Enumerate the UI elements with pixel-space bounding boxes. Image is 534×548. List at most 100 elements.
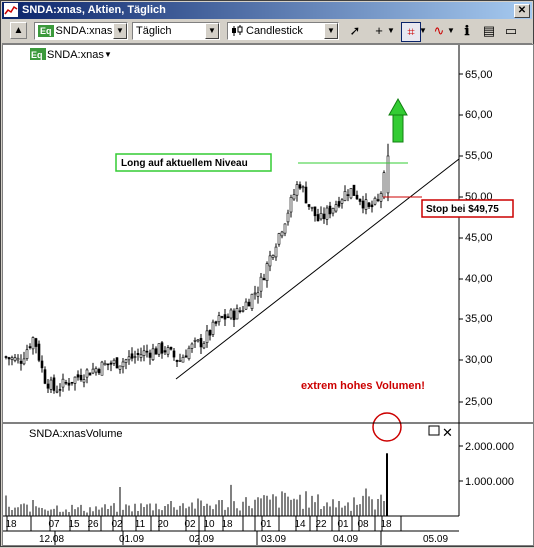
candle-body: [37, 343, 41, 361]
restore-icon[interactable]: ▭: [502, 22, 520, 40]
candle-body: [280, 231, 284, 237]
day-tick-label: 20: [157, 519, 169, 530]
close-pane-icon[interactable]: ✕: [442, 425, 453, 440]
maximize-pane-icon[interactable]: [428, 425, 440, 436]
candle-body: [61, 378, 65, 388]
candle-body: [121, 361, 125, 368]
day-tick-label: 18: [5, 519, 17, 530]
candle-body: [133, 356, 137, 358]
candle-body: [367, 202, 371, 207]
candle-body: [154, 348, 158, 355]
chart-toolbar: ▲ Eq SNDA:xnas ▼ Täglich ▼ Candlestick ▼ …: [2, 19, 532, 44]
candle-body: [292, 194, 296, 200]
properties-icon[interactable]: ▤: [480, 22, 498, 40]
candle-body: [124, 359, 128, 363]
candle-body: [277, 233, 281, 245]
candle-body: [229, 309, 233, 319]
price-tick: 65,00: [465, 69, 493, 81]
symbol-combo[interactable]: Eq SNDA:xnas ▼: [34, 22, 128, 40]
candle-body: [112, 359, 116, 364]
collapse-toolbar-button[interactable]: ▲: [10, 22, 27, 39]
month-tick-label: 04.09: [333, 534, 358, 545]
day-tick-label: 18: [221, 519, 233, 530]
month-tick-label: 12.08: [39, 534, 64, 545]
candle-body: [289, 197, 293, 213]
candle-body: [136, 353, 140, 355]
candle-body: [349, 188, 353, 199]
pointer-tool-icon[interactable]: ➚: [346, 22, 364, 40]
candlestick-series: [4, 143, 390, 397]
price-tick: 35,00: [465, 313, 493, 325]
chart-window: SNDA:xnas, Aktien, Täglich ✕ ▲ Eq SNDA:xn…: [0, 0, 534, 547]
symbol-legend[interactable]: Eq SNDA:xnas ▼: [30, 48, 112, 61]
candle-body: [46, 383, 50, 389]
candle-body: [55, 390, 59, 393]
candle-body: [160, 342, 164, 354]
symbol-label: SNDA:xnas: [47, 49, 104, 61]
volume-pane-label: SNDA:xnasVolume: [29, 428, 123, 440]
candle-body: [139, 354, 143, 358]
candle-body: [274, 246, 278, 258]
candle-body: [49, 379, 53, 390]
candle-body: [340, 199, 344, 204]
candle-body: [355, 194, 359, 200]
candle-body: [172, 350, 176, 358]
candle-body: [85, 369, 89, 378]
candle-body: [325, 207, 329, 220]
info-icon[interactable]: ℹ: [458, 22, 476, 40]
candle-body: [178, 360, 182, 362]
chevron-down-icon[interactable]: ▼: [113, 23, 127, 39]
volume-series: [5, 453, 388, 516]
candlestick-icon: [232, 25, 243, 36]
dropdown-arrow-icon[interactable]: ▼: [446, 22, 456, 40]
close-window-button[interactable]: ✕: [514, 4, 530, 18]
support-trendline: [175, 158, 460, 380]
candle-body: [70, 381, 74, 384]
candle-body: [337, 201, 341, 207]
candle-body: [10, 357, 14, 360]
price-axis: 65,00 60,00 55,00 50,00 45,00 40,00 35,0…: [458, 45, 493, 423]
candle-body: [193, 340, 197, 342]
candle-body: [256, 292, 260, 297]
candle-body: [241, 309, 245, 312]
candle-body: [100, 361, 104, 376]
day-tick-label: 10: [203, 519, 215, 530]
interval-combo[interactable]: Täglich ▼: [132, 22, 220, 40]
candle-body: [202, 343, 206, 349]
chevron-down-icon[interactable]: ▼: [324, 23, 338, 39]
candle-body: [214, 321, 218, 324]
candle-body: [331, 208, 335, 214]
candle-body: [115, 357, 119, 369]
candle-body: [238, 310, 242, 313]
month-tick-label: 05.09: [423, 534, 448, 545]
day-tick-label: 02: [184, 519, 196, 530]
candle-body: [334, 204, 338, 212]
candle-body: [205, 330, 209, 343]
candle-body: [259, 276, 263, 292]
price-chart[interactable]: 65,00 60,00 55,00 50,00 45,00 40,00 35,0…: [3, 45, 533, 545]
month-tick-label: 02.09: [189, 534, 214, 545]
price-tick: 60,00: [465, 109, 493, 121]
price-tick: 45,00: [465, 232, 493, 244]
dropdown-arrow-icon[interactable]: ▼: [418, 22, 428, 40]
candle-body: [217, 315, 221, 323]
candle-body: [226, 316, 230, 319]
chevron-down-icon[interactable]: ▼: [205, 23, 219, 39]
chart-area[interactable]: 65,00 60,00 55,00 50,00 45,00 40,00 35,0…: [2, 44, 534, 546]
candle-body: [307, 204, 311, 207]
day-tick-label: 15: [68, 519, 80, 530]
candle-body: [283, 223, 287, 234]
candle-body: [106, 363, 110, 366]
window-title: SNDA:xnas, Aktien, Täglich: [22, 4, 166, 16]
candle-body: [76, 374, 80, 378]
volume-highlight-circle: [372, 412, 402, 442]
candle-body: [265, 263, 269, 281]
long-annotation: Long auf aktuellem Niveau: [115, 153, 272, 172]
candle-body: [7, 357, 11, 360]
title-bar[interactable]: SNDA:xnas, Aktien, Täglich ✕: [2, 2, 532, 19]
dropdown-arrow-icon[interactable]: ▼: [386, 22, 396, 40]
candle-body: [94, 368, 98, 373]
chart-style-combo[interactable]: Candlestick ▼: [227, 22, 339, 40]
chart-style-value: Candlestick: [246, 25, 303, 37]
candle-body: [16, 357, 20, 361]
